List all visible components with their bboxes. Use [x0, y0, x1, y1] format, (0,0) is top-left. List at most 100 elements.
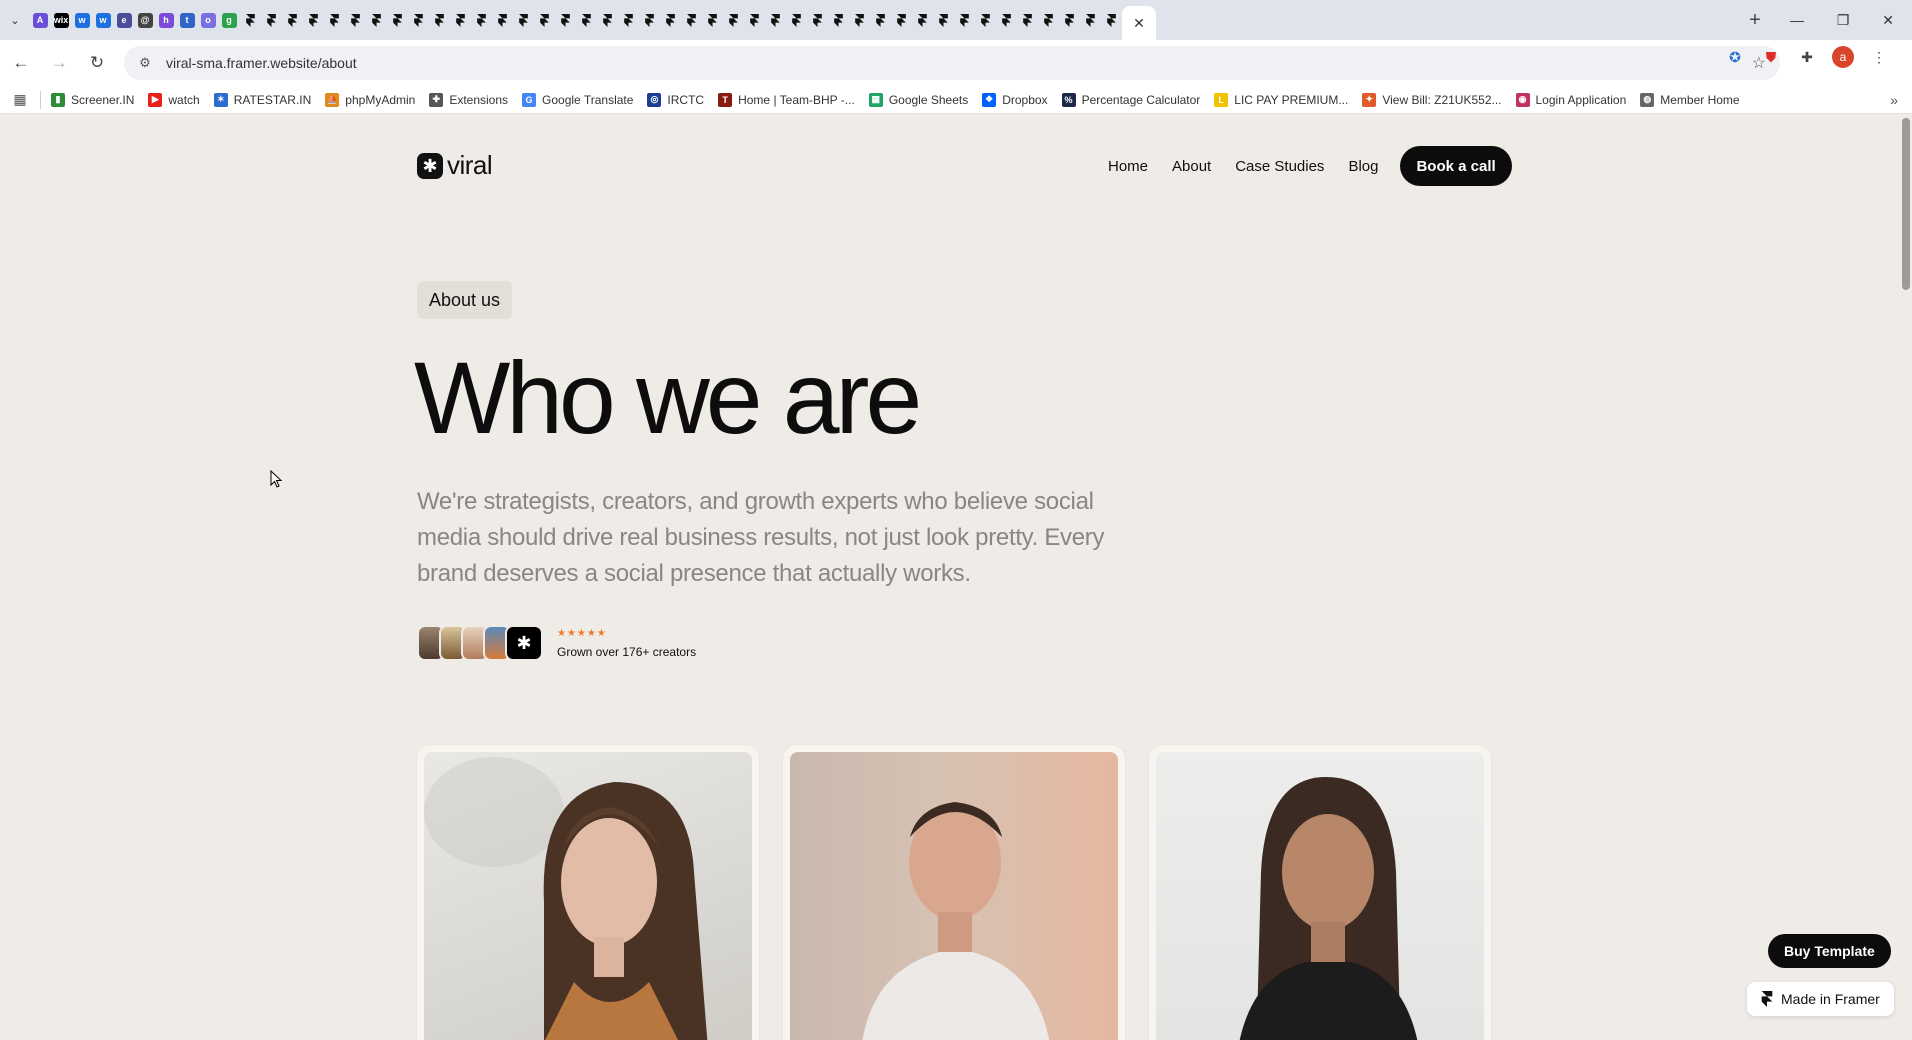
made-in-framer-badge[interactable]: Made in Framer	[1747, 982, 1894, 1016]
browser-tab[interactable]	[471, 6, 491, 34]
browser-tab[interactable]	[366, 6, 386, 34]
browser-tab[interactable]	[996, 6, 1016, 34]
browser-tab[interactable]	[744, 6, 764, 34]
extension-shield-icon[interactable]: ⛊	[1760, 46, 1782, 68]
browser-tab[interactable]: w	[93, 6, 113, 34]
browser-tab[interactable]	[765, 6, 785, 34]
browser-tab[interactable]	[324, 6, 344, 34]
browser-tab[interactable]	[534, 6, 554, 34]
extensions-puzzle-icon[interactable]: ✚	[1796, 46, 1818, 68]
url-text[interactable]: viral-sma.framer.website/about	[166, 55, 357, 71]
browser-tab[interactable]	[912, 6, 932, 34]
minimize-button[interactable]: —	[1790, 12, 1804, 29]
browser-tab[interactable]	[303, 6, 323, 34]
browser-tab[interactable]	[261, 6, 281, 34]
bookmark-item[interactable]: L LIC PAY PREMIUM...	[1214, 92, 1348, 107]
browser-tab[interactable]	[849, 6, 869, 34]
forward-button[interactable]: →	[42, 46, 76, 80]
browser-tab[interactable]	[723, 6, 743, 34]
active-tab[interactable]: ✕	[1122, 6, 1156, 40]
nav-blog[interactable]: Blog	[1348, 158, 1378, 175]
browser-tab[interactable]	[933, 6, 953, 34]
browser-tab[interactable]	[282, 6, 302, 34]
browser-tab[interactable]	[975, 6, 995, 34]
browser-tab[interactable]: g	[219, 6, 239, 34]
browser-tab[interactable]	[954, 6, 974, 34]
browser-tab[interactable]	[807, 6, 827, 34]
browser-tab[interactable]	[597, 6, 617, 34]
browser-tab[interactable]	[639, 6, 659, 34]
page-scrollbar[interactable]	[1900, 114, 1912, 1040]
restore-button[interactable]: ❐	[1837, 12, 1850, 29]
browser-tab[interactable]	[681, 6, 701, 34]
browser-tab[interactable]	[492, 6, 512, 34]
browser-tab[interactable]	[450, 6, 470, 34]
profile-avatar[interactable]: a	[1832, 46, 1854, 68]
book-a-call-button[interactable]: Book a call	[1400, 146, 1512, 186]
bookmark-item[interactable]: ◉ Login Application	[1515, 92, 1626, 107]
close-window-button[interactable]: ✕	[1882, 12, 1894, 29]
browser-tab[interactable]	[870, 6, 890, 34]
browser-tab[interactable]	[1038, 6, 1058, 34]
browser-tab[interactable]: @	[135, 6, 155, 34]
bookmark-item[interactable]: ▮ Screener.IN	[51, 92, 134, 107]
site-info-icon[interactable]: ⚙	[130, 55, 160, 71]
tab-search-chevron-icon[interactable]: ⌄	[0, 5, 30, 35]
team-grid	[417, 745, 1491, 1040]
framer-favicon-icon	[285, 13, 300, 28]
browser-tab[interactable]	[891, 6, 911, 34]
back-button[interactable]: ←	[4, 46, 38, 80]
bookmark-item[interactable]: T Home | Team-BHP -...	[718, 92, 855, 107]
browser-tab[interactable]	[1080, 6, 1100, 34]
browser-tab[interactable]	[555, 6, 575, 34]
bookmark-item[interactable]: ▶ watch	[148, 92, 200, 107]
site-logo[interactable]: ✱ viral	[417, 150, 493, 181]
browser-tab[interactable]	[408, 6, 428, 34]
browser-tab[interactable]	[660, 6, 680, 34]
browser-tab[interactable]	[1101, 6, 1121, 34]
browser-tab[interactable]	[387, 6, 407, 34]
browser-tab[interactable]: h	[156, 6, 176, 34]
browser-tab[interactable]	[240, 6, 260, 34]
browser-menu-icon[interactable]: ⋮	[1868, 46, 1890, 68]
extension-globe-icon[interactable]: ✪	[1724, 46, 1746, 68]
browser-tab[interactable]: A	[30, 6, 50, 34]
browser-tab[interactable]: e	[114, 6, 134, 34]
bookmark-item[interactable]: ✦ View Bill: Z21UK552...	[1362, 92, 1502, 107]
bookmark-item[interactable]: ▦ Google Sheets	[868, 92, 968, 107]
scrollbar-thumb[interactable]	[1902, 118, 1910, 290]
browser-tab[interactable]	[702, 6, 722, 34]
bookmarks-overflow-icon[interactable]: »	[1890, 92, 1898, 108]
new-tab-button[interactable]: +	[1738, 9, 1772, 32]
browser-tab[interactable]: wix	[51, 6, 71, 34]
nav-home[interactable]: Home	[1108, 158, 1148, 175]
nav-about[interactable]: About	[1172, 158, 1211, 175]
bookmark-item[interactable]: ◎ IRCTC	[647, 92, 704, 107]
browser-tab[interactable]	[1059, 6, 1079, 34]
framer-favicon-icon	[726, 13, 741, 28]
bookmark-item[interactable]: % Percentage Calculator	[1061, 92, 1200, 107]
buy-template-button[interactable]: Buy Template	[1768, 934, 1891, 968]
bookmark-item[interactable]: ✶ RATESTAR.IN	[213, 92, 311, 107]
close-tab-icon[interactable]: ✕	[1133, 15, 1145, 32]
bookmark-item[interactable]: G Google Translate	[522, 92, 633, 107]
browser-tab[interactable]	[576, 6, 596, 34]
browser-tab[interactable]: o	[198, 6, 218, 34]
reload-button[interactable]: ↻	[80, 46, 114, 80]
bookmark-item[interactable]: ❖ Dropbox	[982, 92, 1048, 107]
browser-tab[interactable]	[1017, 6, 1037, 34]
browser-tab[interactable]: w	[72, 6, 92, 34]
nav-case-studies[interactable]: Case Studies	[1235, 158, 1324, 175]
browser-tab[interactable]	[828, 6, 848, 34]
bookmark-item[interactable]: ✚ Extensions	[429, 92, 508, 107]
browser-tab[interactable]: t	[177, 6, 197, 34]
browser-tab[interactable]	[786, 6, 806, 34]
apps-grid-icon[interactable]: ▦	[0, 91, 40, 108]
browser-tab[interactable]	[429, 6, 449, 34]
browser-tab[interactable]	[513, 6, 533, 34]
browser-tab[interactable]	[618, 6, 638, 34]
address-bar[interactable]: ⚙ viral-sma.framer.website/about ☆	[124, 46, 1780, 80]
bookmark-item[interactable]: ⛵ phpMyAdmin	[325, 92, 415, 107]
browser-tab[interactable]	[345, 6, 365, 34]
bookmark-item[interactable]: ◍ Member Home	[1640, 92, 1740, 107]
